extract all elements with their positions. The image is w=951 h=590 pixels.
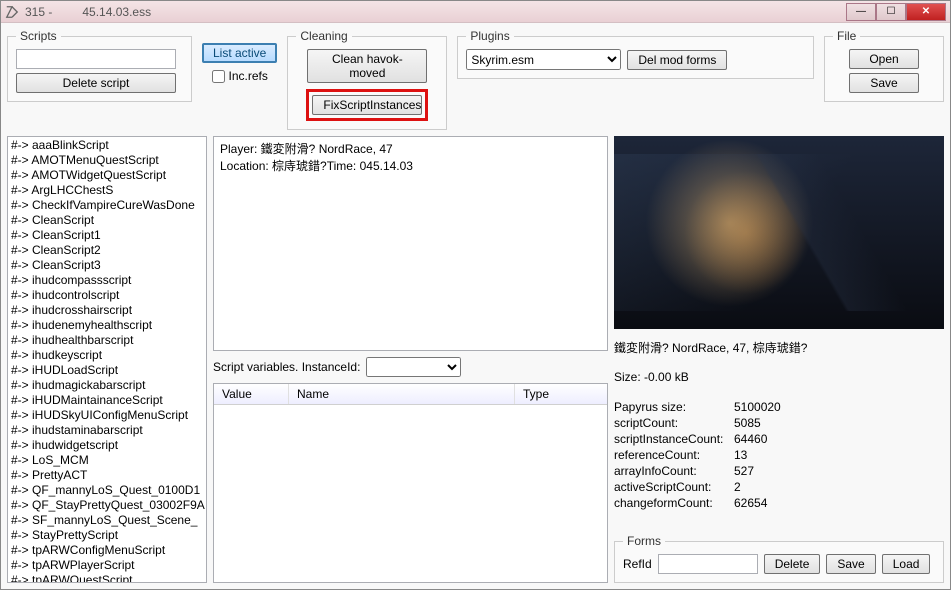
plugins-select[interactable]: Skyrim.esm (466, 49, 621, 70)
stat-value: 13 (734, 448, 944, 462)
cleaning-panel: Cleaning Clean havok-moved FixScriptInst… (287, 29, 447, 130)
script-list-item[interactable]: #-> ihudhealthbarscript (9, 333, 205, 348)
cleaning-legend: Cleaning (296, 29, 351, 43)
fix-script-instances-button[interactable]: FixScriptInstances (312, 95, 422, 115)
refid-input[interactable] (658, 554, 758, 574)
refid-label: RefId (623, 557, 652, 571)
inc-refs-checkbox[interactable] (212, 70, 225, 83)
titlebar: 315 - 45.14.03.ess — ☐ ✕ (1, 1, 950, 23)
script-list-item[interactable]: #-> CleanScript3 (9, 258, 205, 273)
forms-delete-button[interactable]: Delete (764, 554, 821, 574)
script-list-item[interactable]: #-> iHUDMaintainanceScript (9, 393, 205, 408)
script-list-item[interactable]: #-> ihudwidgetscript (9, 438, 205, 453)
script-list-item[interactable]: #-> iHUDSkyUIConfigMenuScript (9, 408, 205, 423)
script-list-item[interactable]: #-> ihudcompassscript (9, 273, 205, 288)
script-list-item[interactable]: #-> ihudenemyhealthscript (9, 318, 205, 333)
script-list-item[interactable]: #-> ihudcrosshairscript (9, 303, 205, 318)
del-mod-forms-button[interactable]: Del mod forms (627, 50, 727, 70)
script-list-item[interactable]: #-> PrettyACT (9, 468, 205, 483)
instance-id-select[interactable] (366, 357, 461, 377)
inc-refs-row[interactable]: Inc.refs (212, 69, 268, 83)
info-box[interactable]: Player: 鐵変附滑? NordRace, 47 Location: 棕庤琥… (213, 136, 608, 351)
stat-label: scriptInstanceCount: (614, 432, 734, 446)
col-name[interactable]: Name (289, 384, 515, 404)
script-list-item[interactable]: #-> CleanScript1 (9, 228, 205, 243)
script-list-item[interactable]: #-> AMOTMenuQuestScript (9, 153, 205, 168)
stat-label: activeScriptCount: (614, 480, 734, 494)
inc-refs-label: Inc.refs (229, 69, 268, 83)
script-list-item[interactable]: #-> CleanScript2 (9, 243, 205, 258)
script-list-item[interactable]: #-> CheckIfVampireCureWasDone (9, 198, 205, 213)
app-icon (5, 5, 19, 19)
delete-script-button[interactable]: Delete script (16, 73, 176, 93)
script-list-item[interactable]: #-> tpARWQuestScript (9, 573, 205, 583)
script-list-item[interactable]: #-> ihudcontrolscript (9, 288, 205, 303)
col-type[interactable]: Type (515, 384, 607, 404)
script-list-item[interactable]: #-> CleanScript (9, 213, 205, 228)
script-list-item[interactable]: #-> QF_StayPrettyQuest_03002F9A (9, 498, 205, 513)
close-button[interactable]: ✕ (906, 3, 946, 21)
script-list-item[interactable]: #-> QF_mannyLoS_Quest_0100D1 (9, 483, 205, 498)
script-list-item[interactable]: #-> ihudstaminabarscript (9, 423, 205, 438)
script-list-item[interactable]: #-> ihudmagickabarscript (9, 378, 205, 393)
stat-value: 5100020 (734, 400, 944, 414)
stat-label: scriptCount: (614, 416, 734, 430)
scripts-panel: Scripts Delete script (7, 29, 192, 102)
script-list-item[interactable]: #-> tpARWPlayerScript (9, 558, 205, 573)
stat-label: changeformCount: (614, 496, 734, 510)
variables-table[interactable]: Value Name Type (213, 383, 608, 583)
script-variables-label: Script variables. InstanceId: (213, 360, 360, 374)
fixscripts-highlight: FixScriptInstances (306, 89, 428, 121)
script-list-item[interactable]: #-> LoS_MCM (9, 453, 205, 468)
stats-grid: Papyrus size:5100020 scriptCount:5085 sc… (614, 400, 944, 510)
col-value[interactable]: Value (214, 384, 289, 404)
forms-save-button[interactable]: Save (826, 554, 875, 574)
script-list-item[interactable]: #-> aaaBlinkScript (9, 138, 205, 153)
stat-value: 5085 (734, 416, 944, 430)
forms-panel: Forms RefId Delete Save Load (614, 534, 944, 583)
script-list-item[interactable]: #-> ArgLHCChestS (9, 183, 205, 198)
stat-label: arrayInfoCount: (614, 464, 734, 478)
clean-havok-button[interactable]: Clean havok-moved (307, 49, 427, 83)
open-button[interactable]: Open (849, 49, 919, 69)
script-list-item[interactable]: #-> ihudkeyscript (9, 348, 205, 363)
script-list-item[interactable]: #-> AMOTWidgetQuestScript (9, 168, 205, 183)
window-title: 315 - 45.14.03.ess (25, 5, 846, 19)
script-list-item[interactable]: #-> SF_mannyLoS_Quest_Scene_ (9, 513, 205, 528)
file-legend: File (833, 29, 860, 43)
script-list-item[interactable]: #-> tpARWConfigMenuScript (9, 543, 205, 558)
stat-label: referenceCount: (614, 448, 734, 462)
minimize-button[interactable]: — (846, 3, 876, 21)
stat-value: 527 (734, 464, 944, 478)
size-label: Size: -0.00 kB (614, 370, 944, 384)
location-info: Location: 棕庤琥錯?Time: 045.14.03 (220, 157, 601, 174)
plugins-panel: Plugins Skyrim.esm Del mod forms (457, 29, 814, 79)
list-active-button[interactable]: List active (202, 43, 277, 63)
forms-load-button[interactable]: Load (882, 554, 931, 574)
stat-value: 2 (734, 480, 944, 494)
scripts-filter-input[interactable] (16, 49, 176, 69)
file-panel: File Open Save (824, 29, 944, 102)
script-list[interactable]: #-> aaaBlinkScript#-> AMOTMenuQuestScrip… (7, 136, 207, 583)
save-button[interactable]: Save (849, 73, 919, 93)
script-list-item[interactable]: #-> iHUDLoadScript (9, 363, 205, 378)
player-info: Player: 鐵変附滑? NordRace, 47 (220, 140, 601, 157)
stat-value: 62654 (734, 496, 944, 510)
maximize-button[interactable]: ☐ (876, 3, 906, 21)
plugins-legend: Plugins (466, 29, 513, 43)
screenshot-caption: 鐵変附滑? NordRace, 47, 棕庤琥錯? (614, 337, 944, 358)
stat-value: 64460 (734, 432, 944, 446)
stat-label: Papyrus size: (614, 400, 734, 414)
save-screenshot (614, 136, 944, 329)
forms-legend: Forms (623, 534, 665, 548)
script-list-item[interactable]: #-> StayPrettyScript (9, 528, 205, 543)
scripts-legend: Scripts (16, 29, 61, 43)
